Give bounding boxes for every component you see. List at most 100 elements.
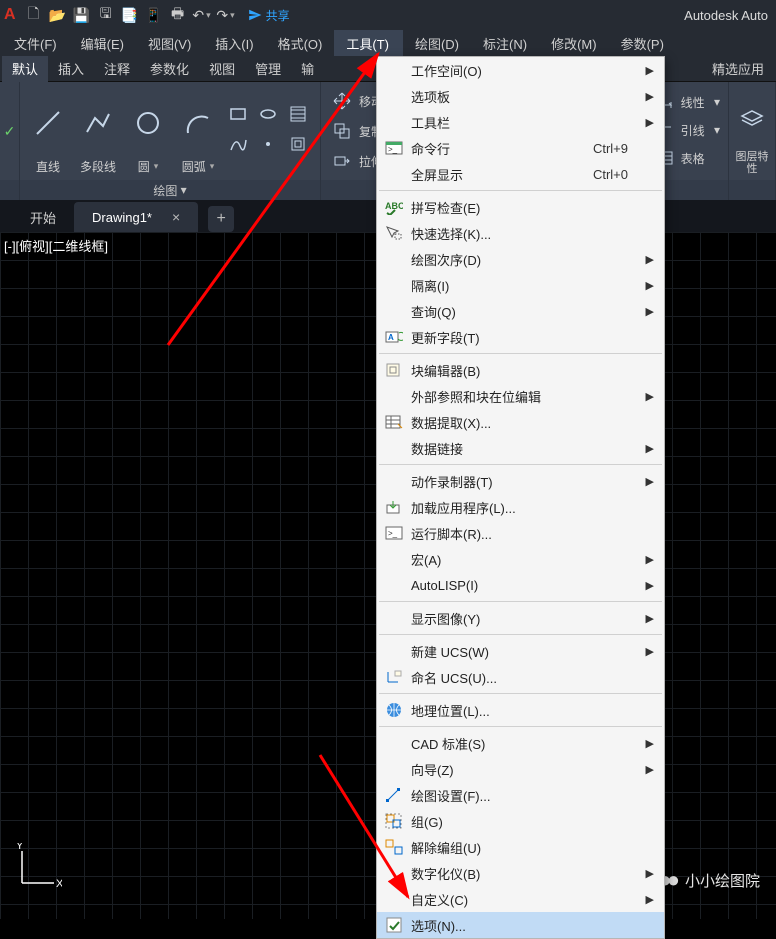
menu-item-27[interactable]: 命名 UCS(U)... (377, 664, 664, 690)
menu-0[interactable]: 文件(F) (2, 30, 69, 56)
menu-item-14[interactable]: 外部参照和块在位编辑▶ (377, 383, 664, 409)
ribbon-tab-1[interactable]: 插入 (48, 56, 94, 82)
menu-5[interactable]: 工具(T) (334, 30, 403, 56)
ribbon-tab-2[interactable]: 注释 (94, 56, 140, 82)
ellipse-icon[interactable] (258, 104, 282, 128)
menu-item-31[interactable]: CAD 标准(S)▶ (377, 730, 664, 756)
svg-text:>_: >_ (388, 529, 398, 538)
menu-item-6[interactable]: ABC拼写检查(E) (377, 194, 664, 220)
line-button[interactable]: 直线 (28, 87, 68, 175)
tab-start-label: 开始 (30, 208, 56, 227)
menu-item-38[interactable]: 选项(N)... (377, 912, 664, 938)
menu-item-34[interactable]: 组(G) (377, 808, 664, 834)
menu-7[interactable]: 标注(N) (471, 30, 539, 56)
menu-item-label: 解除编组(U) (411, 838, 638, 857)
menu-item-shortcut: Ctrl+9 (593, 141, 638, 156)
menu-9[interactable]: 参数(P) (609, 30, 676, 56)
geo-icon (377, 702, 411, 718)
menu-item-32[interactable]: 向导(Z)▶ (377, 756, 664, 782)
ribbon-tab-5[interactable]: 管理 (245, 56, 291, 82)
layer-props-button[interactable]: 图层特性 (735, 87, 769, 175)
spline-icon[interactable] (228, 134, 252, 158)
menu-item-label: 块编辑器(B) (411, 361, 638, 380)
point-icon[interactable] (258, 134, 282, 158)
menu-6[interactable]: 绘图(D) (403, 30, 471, 56)
menu-item-26[interactable]: 新建 UCS(W)▶ (377, 638, 664, 664)
menu-item-18[interactable]: 动作录制器(T)▶ (377, 468, 664, 494)
menu-item-2[interactable]: 工具栏▶ (377, 109, 664, 135)
menu-item-16[interactable]: 数据链接▶ (377, 435, 664, 461)
menu-item-36[interactable]: 数字化仪(B)▶ (377, 860, 664, 886)
menu-item-35[interactable]: 解除编组(U) (377, 834, 664, 860)
qat-new-icon[interactable]: 🗋 (24, 5, 44, 25)
menu-item-29[interactable]: 地理位置(L)... (377, 697, 664, 723)
submenu-arrow-icon: ▶ (638, 305, 654, 318)
menu-item-37[interactable]: 自定义(C)▶ (377, 886, 664, 912)
submenu-arrow-icon: ▶ (638, 253, 654, 266)
menu-item-22[interactable]: AutoLISP(I)▶ (377, 572, 664, 598)
hatch-icon[interactable] (288, 104, 312, 128)
menu-4[interactable]: 格式(O) (266, 30, 335, 56)
draftset-icon (377, 787, 411, 803)
menu-item-label: 新建 UCS(W) (411, 642, 638, 661)
circle-button[interactable]: 圆 (128, 87, 168, 175)
menu-item-21[interactable]: 宏(A)▶ (377, 546, 664, 572)
menu-item-0[interactable]: 工作空间(O)▶ (377, 57, 664, 83)
menu-item-19[interactable]: 加载应用程序(L)... (377, 494, 664, 520)
blockedit-icon (377, 362, 411, 378)
region-icon[interactable] (288, 134, 312, 158)
menu-item-11[interactable]: A更新字段(T) (377, 324, 664, 350)
menu-3[interactable]: 插入(I) (203, 30, 265, 56)
qat-plot-icon[interactable]: 🖶 (168, 5, 188, 25)
qat-save-icon[interactable]: 💾 (72, 5, 92, 25)
menu-item-10[interactable]: 查询(Q)▶ (377, 298, 664, 324)
tab-start[interactable]: 开始 (12, 202, 74, 232)
qat-saveas-icon[interactable]: 🖫 (96, 5, 116, 25)
qat-open-icon[interactable]: 📂 (48, 5, 68, 25)
menu-item-7[interactable]: 快速选择(K)... (377, 220, 664, 246)
qat-web-icon[interactable]: 📑 (120, 5, 140, 25)
menu-item-4[interactable]: 全屏显示Ctrl+0 (377, 161, 664, 187)
tab-drawing1[interactable]: Drawing1* × (74, 202, 198, 232)
submenu-arrow-icon: ▶ (638, 553, 654, 566)
ribbon-tab-4[interactable]: 视图 (199, 56, 245, 82)
menu-item-1[interactable]: 选项板▶ (377, 83, 664, 109)
stretch-icon (331, 152, 353, 170)
submenu-arrow-icon: ▶ (638, 737, 654, 750)
menu-item-label: 外部参照和块在位编辑 (411, 387, 638, 406)
qat-redo-icon[interactable]: ↷ (216, 5, 236, 25)
share-button[interactable]: 共享 (248, 7, 290, 24)
qat-mobile-icon[interactable]: 📱 (144, 5, 164, 25)
arc-button[interactable]: 圆弧 (178, 87, 218, 175)
ribbon-tab-0[interactable]: 默认 (2, 56, 48, 82)
arc-label: 圆弧 (182, 158, 215, 175)
menu-2[interactable]: 视图(V) (136, 30, 203, 56)
tab-drawing1-label: Drawing1* (92, 210, 152, 225)
viewport-label[interactable]: [-][俯视][二维线框] (4, 236, 108, 255)
menu-item-13[interactable]: 块编辑器(B) (377, 357, 664, 383)
spellcheck-icon: ABC (377, 199, 411, 215)
script-icon: >_ (377, 526, 411, 540)
ribbon-tab-3[interactable]: 参数化 (140, 56, 199, 82)
ribbon-confirm-icon[interactable]: ✓ (4, 123, 16, 140)
tab-add-button[interactable]: + (208, 206, 234, 232)
tab-close-icon[interactable]: × (172, 209, 180, 225)
watermark-text: 小小绘图院 (685, 870, 760, 891)
menu-8[interactable]: 修改(M) (539, 30, 609, 56)
qat-undo-icon[interactable]: ↶ (192, 5, 212, 25)
menu-1[interactable]: 编辑(E) (69, 30, 136, 56)
submenu-arrow-icon: ▶ (638, 645, 654, 658)
menu-item-20[interactable]: >_运行脚本(R)... (377, 520, 664, 546)
menu-item-9[interactable]: 隔离(I)▶ (377, 272, 664, 298)
ribbon-tab-7[interactable]: 精选应用 (702, 56, 774, 82)
menu-item-15[interactable]: 数据提取(X)... (377, 409, 664, 435)
menu-separator (379, 693, 662, 694)
polyline-button[interactable]: 多段线 (78, 87, 118, 175)
menu-item-33[interactable]: 绘图设置(F)... (377, 782, 664, 808)
ribbon-tab-6[interactable]: 输 (291, 56, 324, 82)
menu-item-24[interactable]: 显示图像(Y)▶ (377, 605, 664, 631)
loadapp-icon (377, 499, 411, 515)
rect-icon[interactable] (228, 104, 252, 128)
menu-item-3[interactable]: >_命令行Ctrl+9 (377, 135, 664, 161)
menu-item-8[interactable]: 绘图次序(D)▶ (377, 246, 664, 272)
